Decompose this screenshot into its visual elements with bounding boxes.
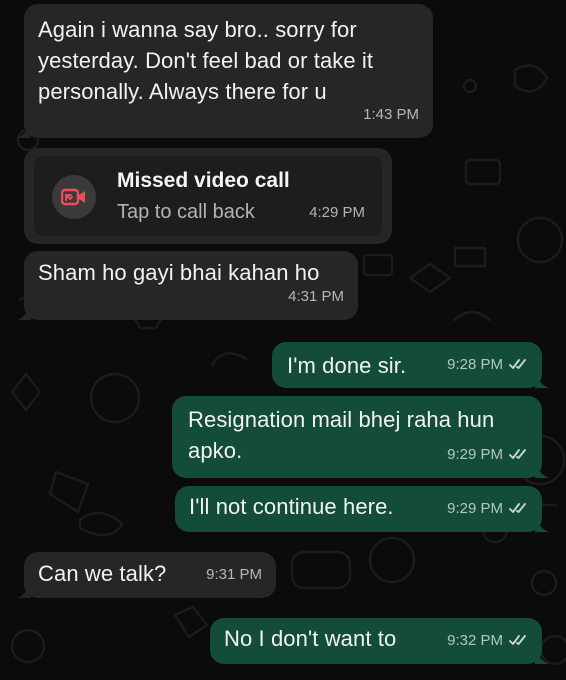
message-meta: 9:31 PM [206, 559, 262, 590]
bubble-tail [17, 584, 31, 598]
message-time: 1:43 PM [363, 106, 419, 123]
message-meta: 9:29 PM [447, 439, 528, 470]
missed-call-message[interactable]: Missed video call Tap to call back 4:29 … [24, 148, 392, 244]
message-outgoing[interactable]: Resignation mail bhej raha hun apko. 9:2… [172, 396, 549, 478]
double-check-icon [509, 503, 528, 514]
message-meta: 9:28 PM [447, 349, 528, 380]
message-time: 9:31 PM [206, 566, 262, 583]
bubble-tail [17, 124, 31, 138]
bubble-tail [17, 306, 31, 320]
bubble-tail [535, 650, 549, 664]
message-time: 9:32 PM [447, 632, 503, 649]
double-check-icon [509, 635, 528, 646]
message-meta: 9:32 PM [447, 625, 528, 656]
message-time: 4:31 PM [288, 288, 344, 305]
message-outgoing[interactable]: I'll not continue here. 9:29 PM [175, 486, 549, 532]
message-text: I'll not continue here. [189, 494, 394, 519]
double-check-icon [509, 449, 528, 460]
bubble-tail [535, 374, 549, 388]
message-text: I'm done sir. [287, 353, 407, 378]
bubble-tail [535, 464, 549, 478]
message-incoming[interactable]: Sham ho gayi bhai kahan ho 4:31 PM [17, 251, 358, 320]
message-text: Can we talk? [38, 561, 167, 586]
message-meta: 9:29 PM [447, 493, 528, 524]
message-time: 9:28 PM [447, 356, 503, 373]
message-text: No I don't want to [224, 626, 397, 651]
message-time: 4:29 PM [309, 204, 365, 221]
tap-to-call-back-link[interactable]: Tap to call back [117, 199, 255, 225]
message-time: 9:29 PM [447, 500, 503, 517]
missed-video-call-icon [52, 175, 96, 219]
message-incoming[interactable]: Again i wanna say bro.. sorry for yester… [17, 4, 433, 138]
missed-call-title: Missed video call [117, 169, 290, 192]
message-outgoing[interactable]: I'm done sir. 9:28 PM [272, 342, 549, 388]
message-meta: 1:43 PM [363, 99, 419, 130]
message-incoming[interactable]: Can we talk? 9:31 PM [17, 552, 276, 598]
message-text: Again i wanna say bro.. sorry for yester… [38, 17, 374, 104]
message-time: 9:29 PM [447, 446, 503, 463]
bubble-tail [535, 518, 549, 532]
missed-call-card[interactable]: Missed video call Tap to call back 4:29 … [34, 156, 382, 236]
double-check-icon [509, 359, 528, 370]
chat-view[interactable]: Again i wanna say bro.. sorry for yester… [0, 0, 566, 680]
message-meta: 4:31 PM [288, 281, 344, 312]
message-outgoing[interactable]: No I don't want to 9:32 PM [210, 618, 549, 664]
